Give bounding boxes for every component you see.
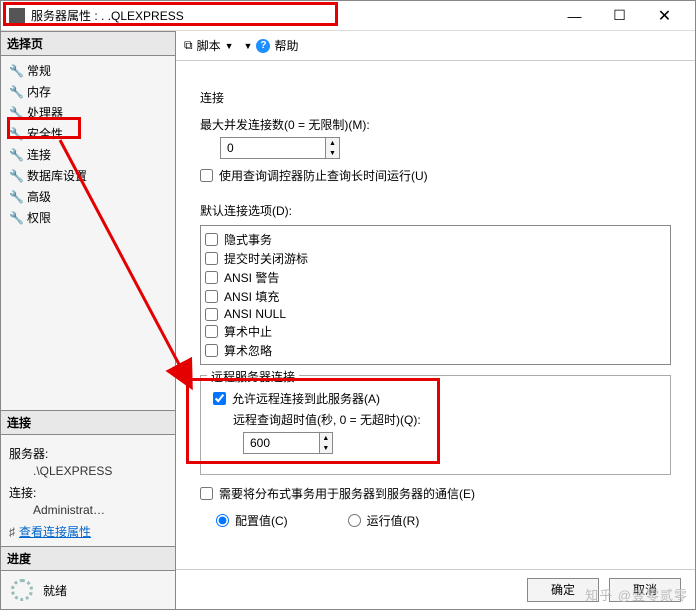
nav-advanced[interactable]: 🔧 高级: [1, 186, 175, 207]
opt-label: 算术中止: [224, 323, 272, 340]
progress-header: 进度: [1, 546, 175, 571]
spin-down-icon[interactable]: ▼: [326, 148, 339, 158]
progress-spinner-icon: [11, 579, 33, 601]
opt-label: ANSI NULL: [224, 307, 286, 321]
nav-label: 权限: [27, 209, 51, 226]
window-title: 服务器属性 : . .QLEXPRESS: [31, 7, 552, 24]
chevron-down-icon: ▼: [225, 41, 234, 51]
use-governor-checkbox[interactable]: [200, 169, 213, 182]
wrench-icon: 🔧: [9, 106, 23, 120]
help-icon: ?: [256, 39, 270, 53]
radio-config[interactable]: 配置值(C): [216, 512, 288, 529]
maximize-button[interactable]: ☐: [597, 2, 642, 30]
spin-up-icon[interactable]: ▲: [320, 433, 332, 443]
max-connections-input[interactable]: [221, 138, 325, 158]
view-connection-properties-link[interactable]: 查看连接属性: [19, 525, 91, 539]
default-options-list[interactable]: 隐式事务 提交时关闭游标 ANSI 警告 ANSI 填充 ANSI NULL 算…: [200, 225, 671, 365]
wrench-icon: 🔧: [9, 148, 23, 162]
wrench-icon: 🔧: [9, 85, 23, 99]
connection-info: 服务器: .\QLEXPRESS 连接: Administrat… ♯ 查看连接属…: [1, 435, 175, 546]
opt-label: 隐式事务: [224, 231, 272, 248]
nav-memory[interactable]: 🔧 内存: [1, 81, 175, 102]
progress-status: 就绪: [43, 582, 67, 599]
opt-label: ANSI 填充: [224, 288, 279, 305]
toolbar: ⧉ 脚本 ▼ ▼ ? 帮助: [176, 31, 695, 61]
remote-timeout-input[interactable]: [244, 433, 319, 453]
wrench-icon: 🔧: [9, 190, 23, 204]
nav-list: 🔧 常规 🔧 内存 🔧 处理器 🔧 安全性 🔧 连接 🔧 数据库设置 🔧 高级 🔧 权限: [1, 56, 175, 232]
opt-label: 算术忽略: [224, 342, 272, 359]
remote-timeout-spinner[interactable]: ▲▼: [243, 432, 333, 454]
max-connections-spinner[interactable]: ▲▼: [220, 137, 340, 159]
conn-label: 连接:: [9, 484, 167, 501]
help-button[interactable]: ▼ ? 帮助: [244, 37, 299, 54]
remote-timeout-label: 远程查询超时值(秒, 0 = 无超时)(Q):: [233, 411, 658, 428]
chevron-down-icon: ▼: [244, 41, 253, 51]
help-label: 帮助: [274, 37, 298, 54]
dist-trans-label: 需要将分布式事务用于服务器到服务器的通信(E): [219, 485, 475, 502]
wrench-icon: 🔧: [9, 127, 23, 141]
content-area: 连接 最大并发连接数(0 = 无限制)(M): ▲▼ 使用查询调控器防止查询长时…: [176, 61, 695, 569]
progress-row: 就绪: [1, 571, 175, 609]
radio-running[interactable]: 运行值(R): [348, 512, 420, 529]
select-page-header: 选择页: [1, 31, 175, 56]
opt-arith-ignore[interactable]: [205, 344, 218, 357]
remote-legend: 远程服务器连接: [207, 368, 299, 385]
opt-label: 提交时关闭游标: [224, 250, 308, 267]
titlebar: 服务器属性 : . .QLEXPRESS — ☐ ✕: [1, 1, 695, 31]
nav-label: 内存: [27, 83, 51, 100]
nav-label: 数据库设置: [27, 167, 87, 184]
connection-section-title: 连接: [200, 89, 671, 106]
opt-ansi-warn[interactable]: [205, 271, 218, 284]
nav-processor[interactable]: 🔧 处理器: [1, 102, 175, 123]
minimize-button[interactable]: —: [552, 2, 597, 30]
allow-remote-checkbox[interactable]: [213, 392, 226, 405]
nav-database-settings[interactable]: 🔧 数据库设置: [1, 165, 175, 186]
script-icon: ⧉: [184, 38, 193, 53]
spin-down-icon[interactable]: ▼: [320, 443, 332, 453]
conn-value: Administrat…: [33, 503, 167, 517]
nav-label: 安全性: [27, 125, 63, 142]
link-icon: ♯: [9, 525, 15, 539]
use-governor-label: 使用查询调控器防止查询长时间运行(U): [219, 167, 428, 184]
app-icon: [9, 8, 25, 24]
server-value: .\QLEXPRESS: [33, 464, 167, 478]
spin-up-icon[interactable]: ▲: [326, 138, 339, 148]
default-options-label: 默认连接选项(D):: [200, 202, 671, 219]
nav-permissions[interactable]: 🔧 权限: [1, 207, 175, 228]
script-label: 脚本: [197, 37, 221, 54]
nav-security[interactable]: 🔧 安全性: [1, 123, 175, 144]
opt-ansi-null[interactable]: [205, 308, 218, 321]
nav-label: 处理器: [27, 104, 63, 121]
allow-remote-label: 允许远程连接到此服务器(A): [232, 390, 380, 407]
server-label: 服务器:: [9, 445, 167, 462]
opt-implicit[interactable]: [205, 233, 218, 246]
connection-header: 连接: [1, 410, 175, 435]
nav-general[interactable]: 🔧 常规: [1, 60, 175, 81]
opt-arith-abort[interactable]: [205, 325, 218, 338]
nav-label: 常规: [27, 62, 51, 79]
wrench-icon: 🔧: [9, 211, 23, 225]
wrench-icon: 🔧: [9, 64, 23, 78]
remote-server-fieldset: 远程服务器连接 允许远程连接到此服务器(A) 远程查询超时值(秒, 0 = 无超…: [200, 375, 671, 475]
max-connections-label: 最大并发连接数(0 = 无限制)(M):: [200, 116, 671, 133]
opt-label: ANSI 警告: [224, 269, 279, 286]
watermark: 知乎 @壹零贰零: [585, 585, 688, 604]
nav-label: 高级: [27, 188, 51, 205]
wrench-icon: 🔧: [9, 169, 23, 183]
nav-label: 连接: [27, 146, 51, 163]
opt-close-cursor[interactable]: [205, 252, 218, 265]
script-dropdown[interactable]: ⧉ 脚本 ▼: [184, 37, 234, 54]
opt-ansi-pad[interactable]: [205, 290, 218, 303]
sidebar: 选择页 🔧 常规 🔧 内存 🔧 处理器 🔧 安全性 🔧 连接 🔧 数据库设置 🔧 高级 🔧 权限…: [1, 31, 176, 609]
close-button[interactable]: ✕: [642, 2, 687, 30]
nav-connections[interactable]: 🔧 连接: [1, 144, 175, 165]
dist-trans-checkbox[interactable]: [200, 487, 213, 500]
